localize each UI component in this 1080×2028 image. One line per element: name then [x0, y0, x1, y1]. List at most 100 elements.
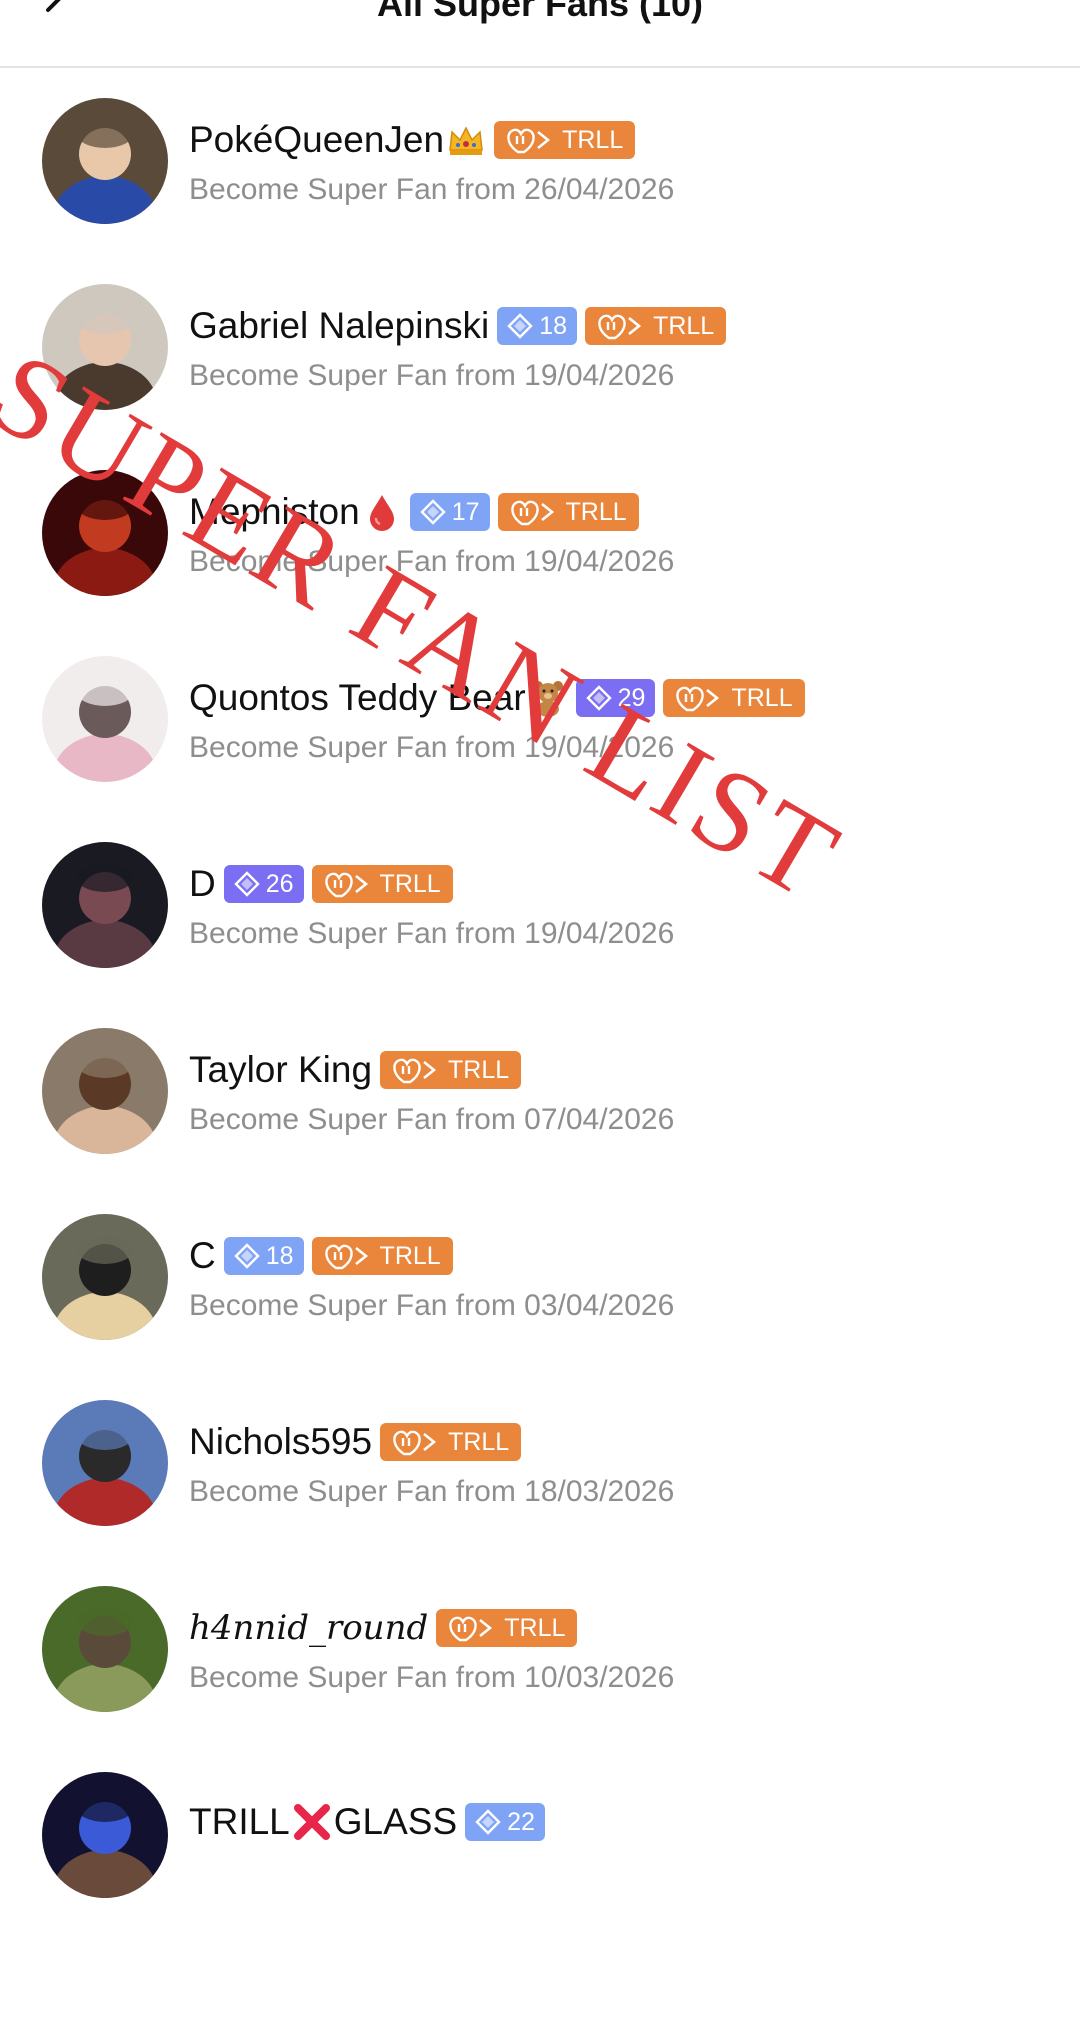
trll-label: TRLL	[448, 1427, 510, 1456]
level-badge: 17	[409, 493, 490, 531]
avatar[interactable]	[42, 98, 168, 224]
fan-name-line: Taylor King TRLL	[189, 1048, 522, 1092]
trll-badge: TRLL	[494, 121, 636, 159]
fan-row[interactable]: Taylor King TRLL Become Super Fan from 07/…	[0, 998, 1080, 1184]
diamond-icon	[475, 1809, 501, 1835]
diamond-icon	[507, 313, 533, 339]
fan-name-suffix: GLASS	[333, 1801, 458, 1842]
trll-heart-icon	[449, 1616, 493, 1642]
fan-row[interactable]: TRILL GLASS 22	[0, 1742, 1080, 1928]
fan-row[interactable]: PokéQueenJen TRLL Become Super Fan from 26…	[0, 68, 1080, 254]
trll-label: TRLL	[731, 683, 793, 712]
trll-label: TRLL	[379, 869, 441, 898]
level-value: 18	[265, 1241, 294, 1270]
fan-row[interactable]: h4nnid_round TRLL Become Super Fan from 10…	[0, 1556, 1080, 1742]
trll-heart-icon	[598, 314, 642, 340]
diamond-icon	[234, 1243, 260, 1269]
super-fan-since: Become Super Fan from 19/04/2026	[189, 359, 675, 392]
fan-name-line: Nichols595 TRLL	[189, 1420, 522, 1464]
avatar-image	[42, 1586, 168, 1712]
name-emoji	[360, 492, 402, 532]
avatar[interactable]	[42, 656, 168, 782]
fan-name: Taylor King	[189, 1049, 373, 1090]
trll-label: TRLL	[562, 125, 624, 154]
trll-badge: TRLL	[311, 1237, 453, 1275]
avatar[interactable]	[42, 1028, 168, 1154]
super-fan-since: Become Super Fan from 07/04/2026	[189, 1103, 675, 1136]
avatar-image	[42, 470, 168, 596]
trll-label: TRLL	[653, 311, 715, 340]
super-fan-since: Become Super Fan from 10/03/2026	[189, 1661, 675, 1694]
trll-label: TRLL	[379, 1241, 441, 1270]
crown-icon	[449, 126, 483, 155]
avatar-image	[42, 656, 168, 782]
fan-row[interactable]: Mephiston 17 TRLL Become Super Fan from 19/…	[0, 440, 1080, 626]
super-fan-since: Become Super Fan from 03/04/2026	[189, 1289, 675, 1322]
trll-label: TRLL	[448, 1055, 510, 1084]
avatar[interactable]	[42, 1586, 168, 1712]
avatar-image	[42, 1400, 168, 1526]
diamond-icon	[234, 871, 260, 897]
trll-badge: TRLL	[436, 1609, 578, 1647]
fan-name-line: TRILL GLASS 22	[189, 1800, 545, 1844]
name-emoji	[526, 678, 568, 718]
avatar-image	[42, 842, 168, 968]
trll-heart-icon	[510, 500, 554, 526]
level-badge: 18	[497, 307, 578, 345]
fan-name: TRILL	[189, 1801, 290, 1842]
avatar[interactable]	[42, 1400, 168, 1526]
trll-heart-icon	[324, 1244, 368, 1270]
super-fan-since: Become Super Fan from 19/04/2026	[189, 917, 675, 950]
fan-row[interactable]: Nichols595 TRLL Become Super Fan from 18/0…	[0, 1370, 1080, 1556]
fan-row[interactable]: Quontos Teddy Bear 29 TRLL Become Super Fan…	[0, 626, 1080, 812]
trll-badge: TRLL	[380, 1051, 522, 1089]
fan-name: Mephiston	[189, 491, 360, 532]
avatar[interactable]	[42, 1214, 168, 1340]
level-value: 22	[507, 1807, 535, 1836]
trll-heart-icon	[676, 686, 720, 712]
fan-row[interactable]: Gabriel Nalepinski 18 TRLL Become Super Fan…	[0, 254, 1080, 440]
super-fan-since: Become Super Fan from 19/04/2026	[189, 731, 675, 764]
trll-heart-icon	[393, 1430, 437, 1456]
avatar-image	[42, 1772, 168, 1898]
fan-name-line: D 26 TRLL	[189, 862, 453, 906]
trll-label: TRLL	[504, 1613, 566, 1642]
trll-heart-icon	[507, 128, 551, 154]
fan-name-line: Mephiston 17 TRLL	[189, 490, 639, 534]
super-fan-list: PokéQueenJen TRLL Become Super Fan from 26…	[0, 68, 1080, 1928]
super-fan-since: Become Super Fan from 18/03/2026	[189, 1475, 675, 1508]
trll-badge: TRLL	[311, 865, 453, 903]
fan-row[interactable]: C 18 TRLL Become Super Fan from 03/04/2026	[0, 1184, 1080, 1370]
fan-name: Gabriel Nalepinski	[189, 305, 490, 346]
avatar[interactable]	[42, 470, 168, 596]
fan-name: Quontos Teddy Bear	[189, 677, 526, 718]
page-title: All Super Fans (10)	[376, 0, 704, 24]
level-value: 29	[617, 683, 646, 712]
avatar-image	[42, 1214, 168, 1340]
avatar-image	[42, 284, 168, 410]
name-emoji	[290, 1802, 334, 1842]
level-value: 18	[539, 311, 568, 340]
fan-name: Nichols595	[189, 1421, 373, 1462]
fan-name: PokéQueenJen	[189, 119, 445, 160]
avatar[interactable]	[42, 284, 168, 410]
level-badge: 22	[465, 1803, 545, 1841]
level-badge: 26	[223, 865, 304, 903]
level-value: 26	[265, 869, 294, 898]
level-badge: 29	[575, 679, 656, 717]
trll-badge: TRLL	[663, 679, 805, 717]
fan-row[interactable]: D 26 TRLL Become Super Fan from 19/04/2026	[0, 812, 1080, 998]
fan-name-line: Gabriel Nalepinski 18 TRLL	[189, 304, 727, 348]
trll-heart-icon	[324, 872, 368, 898]
trll-label: TRLL	[565, 497, 627, 526]
avatar[interactable]	[42, 842, 168, 968]
avatar[interactable]	[42, 1772, 168, 1898]
fan-name-line: PokéQueenJen TRLL	[189, 118, 636, 162]
level-value: 17	[451, 497, 480, 526]
red-cross-icon	[293, 1804, 330, 1840]
teddy-bear-icon	[532, 681, 563, 717]
fan-name-line: Quontos Teddy Bear 29 TRLL	[189, 676, 805, 720]
blood-drop-icon	[369, 495, 394, 531]
top-bar: All Super Fans (10)	[0, 0, 1080, 68]
fan-name: D	[189, 863, 216, 904]
